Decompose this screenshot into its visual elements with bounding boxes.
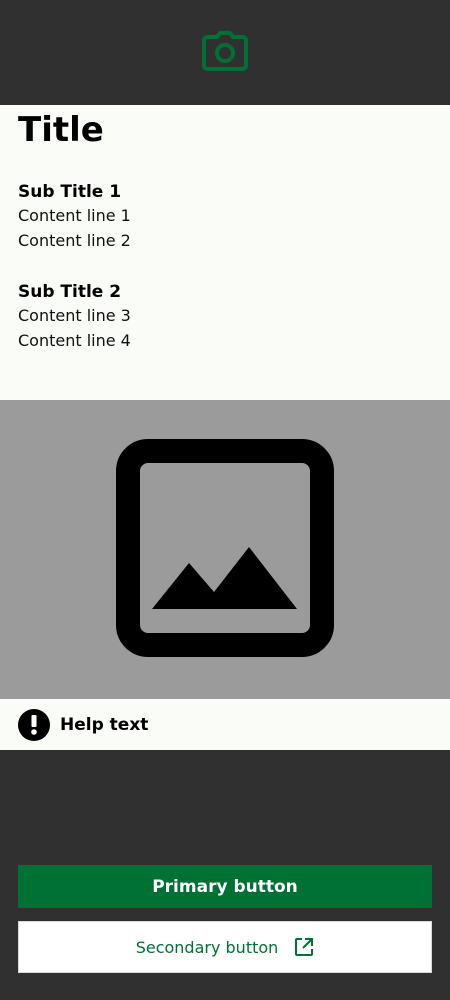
content-line-4: Content line 4 <box>18 331 131 350</box>
help-row: Help text <box>0 699 450 750</box>
help-text: Help text <box>60 714 149 735</box>
section-1: Sub Title 1 Content line 1 Content line … <box>18 181 432 253</box>
page-title: Title <box>18 110 104 150</box>
primary-button[interactable]: Primary button <box>18 865 432 908</box>
secondary-button[interactable]: Secondary button <box>18 921 432 973</box>
image-area <box>0 400 450 699</box>
section-2: Sub Title 2 Content line 3 Content line … <box>18 281 432 353</box>
alert-icon <box>18 708 50 741</box>
content-line-2: Content line 2 <box>18 231 131 250</box>
top-bar <box>0 0 450 105</box>
external-link-icon <box>294 937 314 957</box>
content-line-3: Content line 3 <box>18 306 131 325</box>
sub-title-1: Sub Title 1 <box>18 182 122 202</box>
primary-button-label: Primary button <box>152 876 298 897</box>
image-placeholder-icon <box>116 438 334 661</box>
secondary-button-label: Secondary button <box>135 937 279 957</box>
content-line-1: Content line 1 <box>18 206 131 225</box>
content-panel: Title Sub Title 1 Content line 1 Content… <box>0 105 450 400</box>
camera-icon[interactable] <box>202 30 248 75</box>
sub-title-2: Sub Title 2 <box>18 282 122 302</box>
